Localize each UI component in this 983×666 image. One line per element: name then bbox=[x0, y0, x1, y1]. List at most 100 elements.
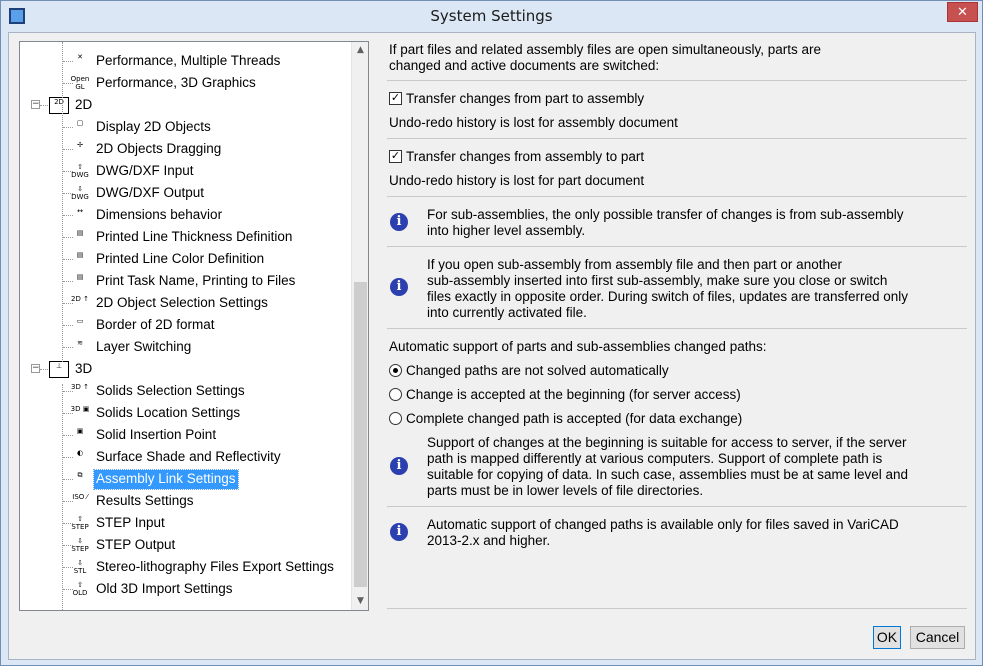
info-subassembly-line1: For sub-assemblies, the only possible tr… bbox=[427, 207, 904, 222]
separator bbox=[387, 246, 967, 247]
dialog-client-area: ✕ Performance, Multiple Threads Open GL Per… bbox=[8, 32, 976, 660]
radio-not-solved[interactable] bbox=[389, 364, 402, 377]
tree-item[interactable]: ↔ Dimensions behavior bbox=[20, 204, 350, 226]
tree-item-label[interactable]: Solids Selection Settings bbox=[94, 382, 247, 401]
tree-item[interactable]: ⇩ DWG DWG/DXF Output bbox=[20, 182, 350, 204]
separator bbox=[387, 506, 967, 507]
system-settings-window: System Settings ✕ ✕ Performance, Multiple… bbox=[0, 0, 983, 666]
tree-item-label[interactable]: Dimensions behavior bbox=[94, 206, 224, 225]
tree-item-label[interactable]: Solids Location Settings bbox=[94, 404, 242, 423]
radio-complete-path-label[interactable]: Complete changed path is accepted (for d… bbox=[406, 411, 742, 427]
tree-item[interactable]: ⇩ STEP STEP Output bbox=[20, 534, 350, 556]
info-icon: i bbox=[390, 523, 408, 541]
printer-color-icon: ▤ bbox=[76, 251, 84, 259]
scroll-thumb[interactable] bbox=[354, 282, 367, 587]
tree-item-label[interactable]: Display 2D Objects bbox=[94, 118, 213, 137]
info-server-line4: parts must be in lower levels of file di… bbox=[427, 483, 704, 498]
step-output-icon: ⇩ STEP bbox=[71, 537, 89, 553]
insertion-point-icon: ▣ bbox=[76, 427, 84, 435]
info-server-line1: Support of changes at the beginning is s… bbox=[427, 435, 907, 450]
tree-item[interactable]: ⇧ DWG DWG/DXF Input bbox=[20, 160, 350, 182]
tree-item-label[interactable]: Stereo-lithography Files Export Settings bbox=[94, 558, 336, 577]
tree-item[interactable]: ≋ Layer Switching bbox=[20, 336, 350, 358]
tree-item[interactable]: − ⊥ 3D bbox=[20, 358, 350, 380]
settings-panel: If part files and related assembly files… bbox=[387, 33, 967, 613]
tree-item-label[interactable]: DWG/DXF Output bbox=[94, 184, 206, 203]
tree-scrollbar[interactable]: ▲ ▼ bbox=[351, 42, 368, 610]
scroll-down-arrow[interactable]: ▼ bbox=[352, 593, 368, 610]
tree-item-label[interactable]: DWG/DXF Input bbox=[94, 162, 196, 181]
transfer-assembly-to-part-checkbox[interactable]: ✓ bbox=[389, 150, 402, 163]
tree-item[interactable]: ▭ Border of 2D format bbox=[20, 314, 350, 336]
tree-item[interactable]: −2D 2D bbox=[20, 94, 350, 116]
tree-item-label[interactable]: Printed Line Color Definition bbox=[94, 250, 266, 269]
shade-icon: ◐ bbox=[76, 449, 84, 457]
settings-tree[interactable]: ✕ Performance, Multiple Threads Open GL Per… bbox=[19, 41, 369, 611]
stl-icon: ⇩ STL bbox=[73, 559, 87, 575]
tree-item[interactable]: ▣ Solid Insertion Point bbox=[20, 424, 350, 446]
radio-accept-beginning-label[interactable]: Change is accepted at the beginning (for… bbox=[406, 387, 741, 403]
tree-item-label[interactable]: Printed Line Thickness Definition bbox=[94, 228, 294, 247]
tree-item[interactable]: ⧉ Assembly Link Settings bbox=[20, 468, 350, 490]
tree-item-label[interactable]: STEP Output bbox=[94, 536, 177, 555]
tree-item[interactable]: ISO ⁄ Results Settings bbox=[20, 490, 350, 512]
tree-item-label[interactable]: Solid Insertion Point bbox=[94, 426, 218, 445]
tree-item-label[interactable]: Performance, 3D Graphics bbox=[94, 74, 258, 93]
tree-item-label[interactable]: Border of 2D format bbox=[94, 316, 217, 335]
tree-item-label[interactable]: Results Settings bbox=[94, 492, 196, 511]
tree-item[interactable]: ◐ Surface Shade and Reflectivity bbox=[20, 446, 350, 468]
results-icon: ISO ⁄ bbox=[72, 493, 88, 501]
radio-not-solved-label[interactable]: Changed paths are not solved automatical… bbox=[406, 363, 669, 379]
tree-item-label[interactable]: Surface Shade and Reflectivity bbox=[94, 448, 283, 467]
separator bbox=[387, 608, 967, 609]
tree-item[interactable]: ✢ 2D Objects Dragging bbox=[20, 138, 350, 160]
tree-item[interactable]: ▤ Printed Line Thickness Definition bbox=[20, 226, 350, 248]
tree-item-label[interactable]: Old 3D Import Settings bbox=[94, 580, 235, 599]
tree-item[interactable]: ▤ Print Task Name, Printing to Files bbox=[20, 270, 350, 292]
tree-item[interactable]: ⇧ OLD Old 3D Import Settings bbox=[20, 578, 350, 600]
ok-button[interactable]: OK bbox=[873, 626, 901, 649]
radio-accept-beginning[interactable] bbox=[389, 388, 402, 401]
tree-item[interactable]: 3D ↑ Solids Selection Settings bbox=[20, 380, 350, 402]
transfer-assembly-to-part-label[interactable]: Transfer changes from assembly to part bbox=[406, 149, 644, 165]
close-button[interactable]: ✕ bbox=[947, 2, 978, 22]
tree-item-label[interactable]: 2D Object Selection Settings bbox=[94, 294, 270, 313]
tree-item[interactable]: 2D ↑ 2D Object Selection Settings bbox=[20, 292, 350, 314]
title-bar: System Settings ✕ bbox=[1, 1, 982, 32]
tree-connector bbox=[62, 384, 63, 610]
2d-icon: 2D bbox=[49, 97, 69, 114]
cancel-button[interactable]: Cancel bbox=[910, 626, 965, 649]
tree-item[interactable]: Open GL Performance, 3D Graphics bbox=[20, 72, 350, 94]
tree-item[interactable]: 3D ▣ Solids Location Settings bbox=[20, 402, 350, 424]
tree-item[interactable]: ⇩ STL Stereo-lithography Files Export Set… bbox=[20, 556, 350, 578]
2d-selection-icon: 2D ↑ bbox=[71, 295, 89, 303]
transfer-part-to-assembly-label[interactable]: Transfer changes from part to assembly bbox=[406, 91, 644, 107]
tree-item-label[interactable]: STEP Input bbox=[94, 514, 167, 533]
tree-item[interactable]: ▤ Printed Line Color Definition bbox=[20, 248, 350, 270]
tree-item-label[interactable]: Print Task Name, Printing to Files bbox=[94, 272, 297, 291]
auto-paths-heading: Automatic support of parts and sub-assem… bbox=[389, 339, 767, 354]
assembly-link-icon: ⧉ bbox=[77, 471, 83, 479]
tree-item[interactable]: ⇧ STEP STEP Input bbox=[20, 512, 350, 534]
assembly-undo-note: Undo-redo history is lost for assembly d… bbox=[389, 115, 678, 130]
intro-text-line2: changed and active documents are switche… bbox=[389, 58, 660, 73]
tree-item-label[interactable]: 2D Objects Dragging bbox=[94, 140, 223, 159]
tree-item-label[interactable]: Performance, Multiple Threads bbox=[94, 52, 282, 71]
tree-item-label[interactable]: Assembly Link Settings bbox=[93, 469, 239, 490]
scroll-up-arrow[interactable]: ▲ bbox=[352, 42, 368, 59]
info-server-line3: suitable for copying of data. In such ca… bbox=[427, 467, 909, 482]
tree-item-label[interactable]: 3D bbox=[73, 360, 94, 379]
radio-complete-path[interactable] bbox=[389, 412, 402, 425]
tree-item[interactable]: ✕ Performance, Multiple Threads bbox=[20, 50, 350, 72]
expander-toggle[interactable]: − bbox=[31, 100, 40, 109]
expander-toggle[interactable]: − bbox=[31, 364, 40, 373]
info-server-line2: path is mapped differently at various co… bbox=[427, 451, 883, 466]
tree-item-label[interactable]: 2D bbox=[73, 96, 94, 115]
window-title: System Settings bbox=[430, 7, 553, 25]
dwg-input-icon: ⇧ DWG bbox=[71, 163, 89, 179]
3d-location-icon: 3D ▣ bbox=[70, 405, 90, 413]
tree-item[interactable]: ▢ Display 2D Objects bbox=[20, 116, 350, 138]
transfer-part-to-assembly-checkbox[interactable]: ✓ bbox=[389, 92, 402, 105]
info-order-line4: into currently activated file. bbox=[427, 305, 587, 320]
tree-item-label[interactable]: Layer Switching bbox=[94, 338, 193, 357]
